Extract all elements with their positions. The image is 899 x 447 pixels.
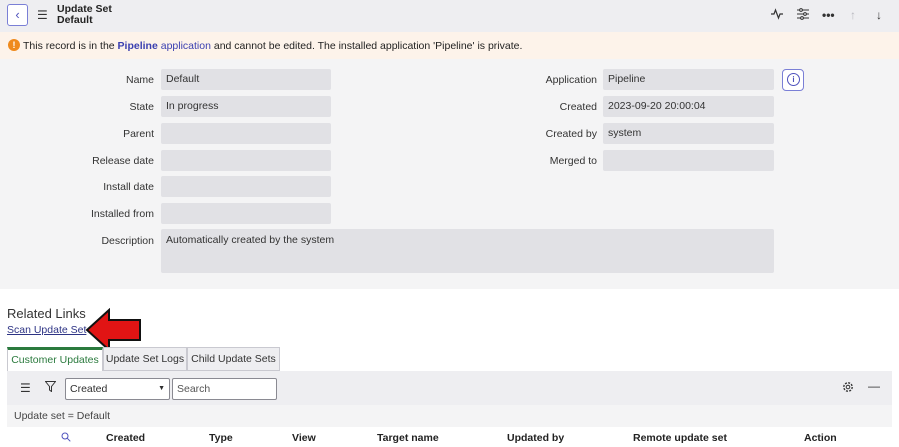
column-header-action[interactable]: Action	[804, 432, 837, 444]
column-header-view[interactable]: View	[292, 432, 316, 444]
info-button[interactable]: i	[782, 69, 804, 91]
filter-condition[interactable]: Update set = Default	[14, 410, 110, 422]
column-header-remote-update-set[interactable]: Remote update set	[633, 432, 727, 444]
activity-icon[interactable]	[771, 8, 783, 23]
installed-from-field[interactable]	[161, 203, 331, 224]
tab-update-set-logs[interactable]: Update Set Logs	[103, 347, 187, 371]
parent-label: Parent	[123, 128, 154, 140]
settings-sliders-icon[interactable]	[797, 8, 809, 23]
name-label: Name	[125, 74, 154, 86]
filter-icon[interactable]	[44, 381, 57, 395]
alert-text-suffix: and cannot be edited. The installed appl…	[210, 40, 523, 52]
created-by-label: Created by	[545, 128, 597, 140]
chevron-left-icon: ‹	[15, 7, 20, 22]
hamburger-icon[interactable]: ☰	[37, 8, 48, 22]
merged-to-field[interactable]	[603, 150, 774, 171]
application-label: Application	[545, 74, 597, 86]
state-field[interactable]: In progress	[161, 96, 331, 117]
search-field-value: Created	[70, 383, 108, 395]
state-label: State	[129, 101, 154, 113]
arrow-up-icon[interactable]: ↑	[850, 8, 856, 22]
gear-icon[interactable]	[842, 381, 854, 396]
application-field[interactable]: Pipeline	[603, 69, 774, 90]
column-header-created[interactable]: Created	[106, 432, 145, 444]
record-header: ‹ ☰ Update Set Default ••• ↑ ↓	[0, 0, 899, 32]
application-word[interactable]: application	[158, 40, 211, 52]
filter-breadcrumb: Update set = Default	[7, 405, 892, 427]
merged-to-label: Merged to	[549, 155, 597, 167]
column-header-type[interactable]: Type	[209, 432, 233, 444]
alert-message: This record is in the Pipeline applicati…	[23, 40, 522, 52]
parent-field[interactable]	[161, 123, 331, 144]
caret-down-icon: ▼	[158, 385, 165, 392]
column-header-updated-by[interactable]: Updated by	[507, 432, 564, 444]
more-icon[interactable]: •••	[822, 8, 835, 22]
info-icon: i	[787, 73, 800, 86]
release-date-field[interactable]	[161, 150, 331, 171]
tab-child-update-sets[interactable]: Child Update Sets	[187, 347, 280, 371]
list-search-input[interactable]	[172, 378, 277, 400]
list-toolbar: ☰ Created ▼ —	[7, 371, 892, 405]
column-search-icon[interactable]	[61, 432, 71, 445]
column-header-target-name[interactable]: Target name	[377, 432, 439, 444]
installed-from-label: Installed from	[90, 208, 154, 220]
created-field[interactable]: 2023-09-20 20:00:04	[603, 96, 774, 117]
install-date-field[interactable]	[161, 176, 331, 197]
application-link[interactable]: Pipeline	[118, 40, 158, 52]
install-date-label: Install date	[103, 181, 154, 193]
record-title: Update Set Default	[57, 4, 112, 26]
read-only-alert: ! This record is in the Pipeline applica…	[0, 32, 899, 59]
created-by-field[interactable]: system	[603, 123, 774, 144]
release-date-label: Release date	[92, 155, 154, 167]
description-label: Description	[101, 235, 154, 247]
name-field[interactable]: Default	[161, 69, 331, 90]
alert-text-prefix: This record is in the	[23, 40, 118, 52]
warning-icon: !	[8, 39, 20, 51]
related-links-heading: Related Links	[7, 306, 86, 321]
created-label: Created	[559, 101, 597, 113]
red-arrow-annotation	[85, 308, 141, 352]
list-menu-icon[interactable]: ☰	[20, 381, 31, 395]
table-header: Created Type View Target name Updated by…	[7, 427, 892, 447]
back-button[interactable]: ‹	[7, 4, 28, 26]
scan-update-set-link[interactable]: Scan Update Set	[7, 324, 86, 336]
tab-customer-updates[interactable]: Customer Updates	[7, 347, 103, 371]
search-field-select[interactable]: Created ▼	[65, 378, 170, 400]
arrow-down-icon[interactable]: ↓	[876, 8, 882, 22]
collapse-icon[interactable]: —	[868, 379, 880, 393]
description-field[interactable]: Automatically created by the system	[161, 229, 774, 273]
page-subtitle: Default	[57, 14, 93, 26]
